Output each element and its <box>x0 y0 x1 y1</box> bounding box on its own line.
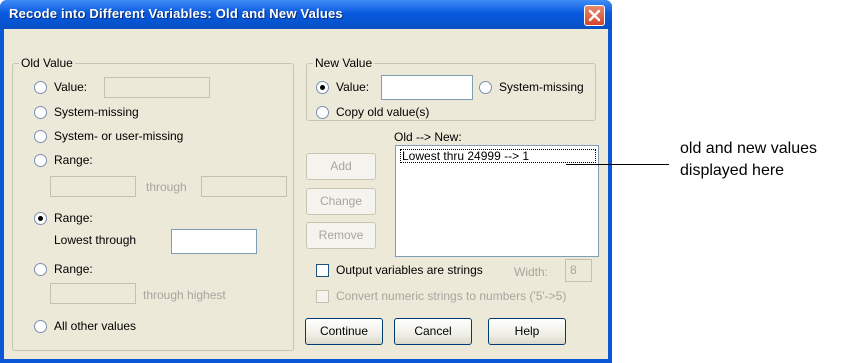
old-value-label: Value: <box>54 80 88 94</box>
old-sys-user-missing-radio[interactable] <box>34 130 47 143</box>
new-system-missing-label: System-missing <box>499 80 584 94</box>
old-range-highest-radio[interactable] <box>34 263 47 276</box>
remove-button[interactable]: Remove <box>306 222 376 249</box>
convert-checkbox[interactable] <box>316 290 329 303</box>
output-strings-checkbox[interactable] <box>316 264 329 277</box>
window-title: Recode into Different Variables: Old and… <box>9 6 343 21</box>
range-to-input[interactable] <box>201 176 287 197</box>
old-new-header: Old --> New: <box>394 130 462 144</box>
close-icon <box>588 9 601 22</box>
annotation-line-2: displayed here <box>680 162 785 179</box>
width-input[interactable]: 8 <box>565 259 592 282</box>
old-range-highest-label: Range: <box>54 262 93 276</box>
old-system-missing-label: System-missing <box>54 105 139 119</box>
title-bar[interactable]: Recode into Different Variables: Old and… <box>0 0 612 29</box>
new-value-input[interactable] <box>381 75 473 100</box>
old-new-listbox[interactable]: Lowest thru 24999 --> 1 <box>395 145 599 257</box>
copy-old-radio[interactable] <box>316 106 329 119</box>
new-value-label: Value: <box>336 80 370 94</box>
through-label: through <box>146 180 187 194</box>
through-highest-input[interactable] <box>50 283 136 304</box>
old-value-radio[interactable] <box>34 81 47 94</box>
old-range-radio[interactable] <box>34 154 47 167</box>
old-sys-user-missing-label: System- or user-missing <box>54 129 184 143</box>
dialog-client-area: Old Value Value: System-missing System- … <box>4 29 608 359</box>
output-strings-label: Output variables are strings <box>336 263 483 277</box>
through-highest-label: through highest <box>143 288 226 302</box>
old-value-legend: Old Value <box>19 56 75 70</box>
cancel-button[interactable]: Cancel <box>394 318 472 345</box>
close-button[interactable] <box>584 5 605 26</box>
lowest-through-input[interactable] <box>171 229 257 254</box>
list-item[interactable]: Lowest thru 24999 --> 1 <box>400 149 596 163</box>
annotation-line-1: old and new values <box>680 140 817 157</box>
copy-old-label: Copy old value(s) <box>336 105 430 119</box>
width-label: Width: <box>514 265 549 279</box>
change-button[interactable]: Change <box>306 188 376 215</box>
old-all-other-radio[interactable] <box>34 320 47 333</box>
continue-button[interactable]: Continue <box>305 318 383 345</box>
lowest-through-label: Lowest through <box>54 233 137 247</box>
range-from-input[interactable] <box>50 176 136 197</box>
old-range-lowest-radio[interactable] <box>34 212 47 225</box>
convert-label: Convert numeric strings to numbers ('5'-… <box>336 289 567 303</box>
new-value-legend: New Value <box>313 56 375 70</box>
annotation-pointer-line <box>566 164 669 165</box>
dialog-window: Recode into Different Variables: Old and… <box>0 0 612 363</box>
all-other-label: All other values <box>54 319 137 333</box>
help-button[interactable]: Help <box>488 318 566 345</box>
old-value-input[interactable] <box>104 77 210 98</box>
old-system-missing-radio[interactable] <box>34 106 47 119</box>
width-value: 8 <box>570 263 577 277</box>
old-range-lowest-label: Range: <box>54 211 93 225</box>
add-button[interactable]: Add <box>306 153 376 180</box>
new-value-radio[interactable] <box>316 81 329 94</box>
old-range-label: Range: <box>54 153 93 167</box>
new-system-missing-radio[interactable] <box>479 81 492 94</box>
